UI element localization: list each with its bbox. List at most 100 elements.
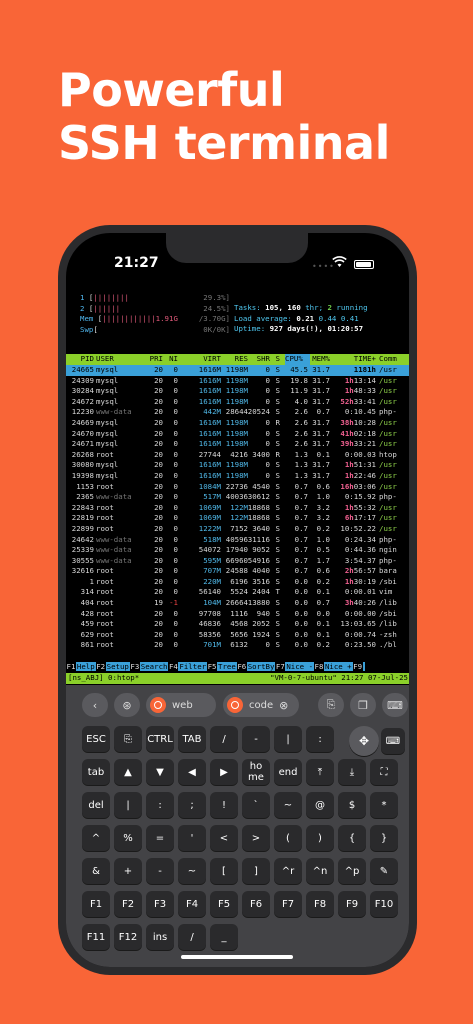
table-row[interactable]: 22819 root 20 0 1069M 122M 18868 S 0.7 3.2 6h17:17… — [66, 513, 409, 524]
key-@[interactable]: @ — [306, 792, 334, 818]
table-row[interactable]: 19398 mysql 20 0 1616M 1198M 0 S 1.3 31.7 1h22:46/… — [66, 471, 409, 482]
key-)[interactable]: ) — [306, 825, 334, 851]
table-row[interactable]: 30284 mysql 20 0 1616M 1198M 0 S 11.9 31.7 1h48:33… — [66, 386, 409, 397]
column-header[interactable]: PRI — [150, 354, 163, 365]
keyboard-icon[interactable]: ⌨ — [382, 693, 408, 717]
tab-web[interactable]: web — [146, 693, 216, 717]
key-⛶[interactable]: ⛶ — [370, 759, 398, 785]
key-F11[interactable]: F11 — [82, 924, 110, 950]
table-row[interactable]: 26268 root 20 0 27744 4216 3400 R 1.3 0.1 0:00.03 h… — [66, 450, 409, 461]
function-key[interactable]: F6 SortBy — [236, 662, 276, 673]
key--[interactable]: - — [146, 858, 174, 884]
column-header[interactable]: MEM% — [312, 354, 330, 365]
table-row[interactable]: 629 root 20 0 58356 5656 1924 S 0.0 0.1 0:00.74 -zs… — [66, 630, 409, 641]
key--[interactable]: - — [242, 726, 270, 752]
table-row[interactable]: 404 root 19 -1 104M 26664 13880 S 0.0 0.7 3h40:26/… — [66, 598, 409, 609]
column-header[interactable]: CPU% — [285, 354, 310, 365]
key-![interactable]: ! — [210, 792, 238, 818]
column-header[interactable]: S — [276, 354, 280, 365]
key-~[interactable]: ~ — [178, 858, 206, 884]
key-CTRL[interactable]: CTRL — [146, 726, 174, 752]
key-=[interactable]: = — [146, 825, 174, 851]
dpad-icon[interactable]: ✥ — [349, 726, 379, 756]
key-%[interactable]: % — [114, 825, 142, 851]
key-/[interactable]: / — [210, 726, 238, 752]
table-row[interactable]: 314 root 20 0 56140 5524 2404 T 0.0 0.1 0:00.01 vim — [66, 587, 409, 598]
function-key[interactable]: F5 Tree — [207, 662, 237, 673]
copy-icon[interactable]: ⎘ — [318, 693, 344, 717]
key-F3[interactable]: F3 — [146, 891, 174, 917]
key-`[interactable]: ` — [242, 792, 270, 818]
key-▲[interactable]: ▲ — [114, 759, 142, 785]
table-row[interactable]: 24309 mysql 20 0 1616M 1198M 0 S 19.8 31.7 1h13:14… — [66, 376, 409, 387]
key-[[interactable]: [ — [210, 858, 238, 884]
table-row[interactable]: 32616 root 20 0 707M 24588 4040 S 0.7 0.6 2h56:57 b… — [66, 566, 409, 577]
table-row[interactable]: 24672 mysql 20 0 1616M 1198M 0 S 4.0 31.7 52h33:41… — [66, 397, 409, 408]
key-ESC[interactable]: ESC — [82, 726, 110, 752]
key-F2[interactable]: F2 — [114, 891, 142, 917]
function-key[interactable]: F3 Search — [129, 662, 169, 673]
key-_[interactable]: _ — [210, 924, 238, 950]
table-row[interactable]: 24670 mysql 20 0 1616M 1198M 0 S 2.6 31.7 41h02:18… — [66, 429, 409, 440]
table-row[interactable]: 1 root 20 0 220M 6196 3516 S 0.0 0.2 1h30:19/sbi — [66, 577, 409, 588]
tab-code[interactable]: code ⊗ — [223, 693, 299, 717]
key-$[interactable]: $ — [338, 792, 366, 818]
key-'[interactable]: ' — [178, 825, 206, 851]
key-][interactable]: ] — [242, 858, 270, 884]
table-row[interactable]: 24671 mysql 20 0 1616M 1198M 0 S 2.6 31.7 39h33:21… — [66, 439, 409, 450]
table-row[interactable]: 22899 root 20 0 1222M 7152 3640 S 0.7 0.2 10:52.22… — [66, 524, 409, 535]
function-key[interactable]: F2 Setup — [95, 662, 130, 673]
column-header[interactable]: NI — [169, 354, 178, 365]
key-✎[interactable]: ✎ — [370, 858, 398, 884]
table-row[interactable]: 861 root 20 0 701M 6132 0 S 0.0 0.2 0:23.50 ./bl — [66, 640, 409, 651]
key-&[interactable]: & — [82, 858, 110, 884]
table-row[interactable]: 459 root 20 0 46836 4568 2052 S 0.0 0.1 13:03.65/l… — [66, 619, 409, 630]
key-([interactable]: ( — [274, 825, 302, 851]
key-F8[interactable]: F8 — [306, 891, 334, 917]
key-▼[interactable]: ▼ — [146, 759, 174, 785]
key-F6[interactable]: F6 — [242, 891, 270, 917]
key-*[interactable]: * — [370, 792, 398, 818]
column-header[interactable]: Comm — [379, 354, 397, 365]
keyboard-toggle-icon[interactable]: ⌨ — [381, 728, 405, 754]
key-F4[interactable]: F4 — [178, 891, 206, 917]
function-key[interactable]: F9 — [352, 662, 365, 673]
table-row[interactable]: 22843 root 20 0 1069M 122M 18868 S 0.7 3.2 1h55:32… — [66, 503, 409, 514]
table-row[interactable]: 24669 mysql 20 0 1616M 1198M 0 R 2.6 31.7 38h10:28… — [66, 418, 409, 429]
key-^n[interactable]: ^n — [306, 858, 334, 884]
key-end[interactable]: end — [274, 759, 302, 785]
key-:[interactable]: : — [146, 792, 174, 818]
key->[interactable]: > — [242, 825, 270, 851]
column-header[interactable]: RES — [235, 354, 248, 365]
table-row[interactable]: 25339 www-data 20 0 54072 17940 9052 S 0.7 0.5 0:4… — [66, 545, 409, 556]
key-⎘[interactable]: ⎘ — [114, 726, 142, 752]
key-F10[interactable]: F10 — [370, 891, 398, 917]
key-⤓[interactable]: ⤓ — [338, 759, 366, 785]
key-TAB[interactable]: TAB — [178, 726, 206, 752]
column-header[interactable]: PID — [81, 354, 94, 365]
table-row[interactable]: 428 root 20 0 97708 1116 940 S 0.0 0.0 0:00.00/sbi — [66, 609, 409, 620]
process-list[interactable]: 24665 mysql 20 0 1616M 1198M 0 S 45.5 31.7 1181h/u… — [66, 365, 409, 651]
key-}[interactable]: } — [370, 825, 398, 851]
key-⤒[interactable]: ⤒ — [306, 759, 334, 785]
table-row[interactable]: 12230 www-data 20 0 442M 28644 20524 S 2.6 0.7 0:1… — [66, 407, 409, 418]
snippets-icon[interactable]: ⊛ — [114, 693, 140, 717]
function-key-bar[interactable]: F1 Help F2 Setup F3 Search F4 Filter F5 Tree F6 Sor… — [66, 662, 409, 673]
table-row[interactable]: 1153 root 20 0 1084M 22736 4540 S 0.7 0.6 16h03:06… — [66, 482, 409, 493]
key-home[interactable]: ho me — [242, 759, 270, 785]
key-del[interactable]: del — [82, 792, 110, 818]
key-|[interactable]: | — [114, 792, 142, 818]
key-F12[interactable]: F12 — [114, 924, 142, 950]
function-key[interactable]: F1 Help — [66, 662, 96, 673]
column-header[interactable]: USER — [96, 354, 114, 365]
key-^r[interactable]: ^r — [274, 858, 302, 884]
key-F1[interactable]: F1 — [82, 891, 110, 917]
key-^p[interactable]: ^p — [338, 858, 366, 884]
table-row[interactable]: 30080 mysql 20 0 1616M 1198M 0 S 1.3 31.7 1h51:31/… — [66, 460, 409, 471]
table-row[interactable]: 24642 www-data 20 0 518M 40596 31116 S 0.7 1.0 0:2… — [66, 535, 409, 546]
key-F7[interactable]: F7 — [274, 891, 302, 917]
back-button[interactable]: ‹ — [82, 693, 108, 717]
key-;[interactable]: ; — [178, 792, 206, 818]
column-header[interactable]: TIME+ — [354, 354, 376, 365]
key-tab[interactable]: tab — [82, 759, 110, 785]
